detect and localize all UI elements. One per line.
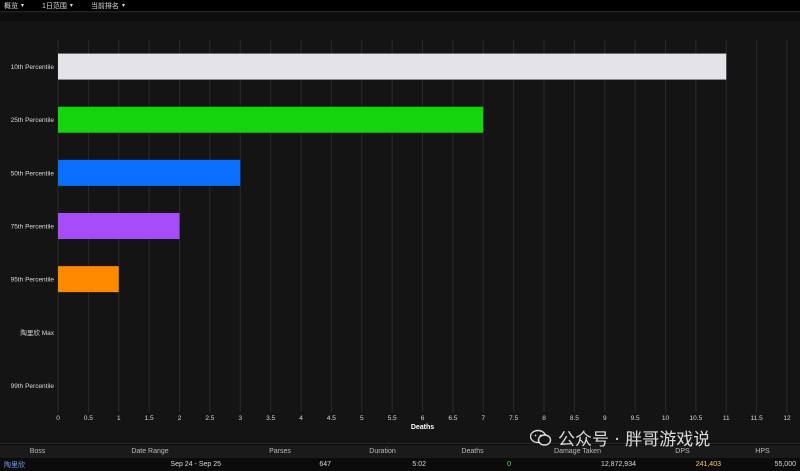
bar[interactable] <box>58 106 484 133</box>
category-label: 95th Percentile <box>11 277 55 284</box>
table-cell: 陶里欣 <box>4 461 25 469</box>
x-tick-label: 5.5 <box>388 415 397 422</box>
caret-down-icon: ▾ <box>121 3 125 9</box>
header-cell[interactable]: Duration <box>335 445 430 458</box>
table-cell: 647 <box>319 461 331 468</box>
category-label: 50th Percentile <box>11 170 55 177</box>
table-cell: 5:02 <box>412 461 426 468</box>
header-cell[interactable]: Date Range <box>75 445 225 458</box>
x-tick-label: 8 <box>542 415 546 422</box>
x-tick-label: 3.5 <box>266 415 275 422</box>
x-tick-label: 4.5 <box>327 415 336 422</box>
x-tick-label: 3 <box>238 415 242 422</box>
category-label: 10th Percentile <box>11 64 55 71</box>
x-axis-label: Deaths <box>411 424 434 431</box>
x-tick-label: 0.5 <box>84 415 93 422</box>
bar[interactable] <box>58 159 241 186</box>
x-tick-label: 1 <box>117 415 121 422</box>
menu-overview-label: 概览 <box>4 2 18 10</box>
x-tick-label: 1.5 <box>145 415 154 422</box>
category-label: 99th Percentile <box>11 383 55 390</box>
table-row[interactable]: 陶里欣 Sep 24 - Sep 25 647 5:02 0 12,872,934 241,… <box>0 458 800 471</box>
menu-date-range-label: 1日范围 <box>42 2 67 10</box>
table-cell: Sep 24 - Sep 25 <box>170 461 221 468</box>
category-label: 25th Percentile <box>11 117 55 124</box>
x-tick-label: 8.5 <box>570 415 579 422</box>
table-cell: 241,403 <box>695 461 721 468</box>
header-cell[interactable]: HPS <box>725 445 800 458</box>
header-cell[interactable]: Deaths <box>430 445 515 458</box>
bar[interactable] <box>58 213 180 239</box>
category-label: 陶里欣 Max <box>20 328 54 337</box>
x-tick-label: 12 <box>783 415 791 422</box>
menu-ranking-label: 当前排名 <box>90 2 119 10</box>
x-tick-label: 9.5 <box>631 415 640 422</box>
category-label: 75th Percentile <box>11 224 55 231</box>
sub-header-strip <box>0 13 800 21</box>
header-cell[interactable]: Damage Taken <box>515 445 640 458</box>
x-tick-label: 7.5 <box>509 415 518 422</box>
top-menu-bar: 概览 ▾ 1日范围 ▾ 当前排名 ▾ <box>0 0 800 12</box>
menu-ranking[interactable]: 当前排名 ▾ <box>91 1 125 11</box>
menu-overview[interactable]: 概览 ▾ <box>4 1 24 11</box>
x-tick-label: 6 <box>421 415 425 422</box>
table-cell: 55,000 <box>774 461 796 468</box>
table-cell: 12,872,934 <box>600 461 636 468</box>
x-tick-label: 11 <box>723 415 730 422</box>
x-tick-label: 11.5 <box>751 415 764 422</box>
deaths-bar-chart: 10th Percentile 25th Percentile 50th Perce… <box>11 40 791 431</box>
x-tick-label: 10.5 <box>690 415 703 422</box>
x-tick-label: 9 <box>603 415 607 422</box>
bar[interactable] <box>58 266 119 293</box>
header-cell[interactable]: DPS <box>640 445 725 458</box>
menu-date-range[interactable]: 1日范围 ▾ <box>42 1 73 11</box>
table-header-row: Boss Date Range Parses Duration Deaths Damage… <box>0 445 800 458</box>
x-tick-label: 2 <box>178 415 182 422</box>
x-tick-label: 10 <box>662 415 670 422</box>
bar[interactable] <box>58 53 727 80</box>
header-cell[interactable]: Boss <box>0 445 75 458</box>
x-tick-label: 5 <box>360 415 364 422</box>
summary-table: Boss Date Range Parses Duration Deaths Damage… <box>0 443 800 471</box>
x-tick-label: 6.5 <box>448 415 457 422</box>
x-tick-label: 0 <box>56 415 60 422</box>
x-tick-label: 2.5 <box>205 415 214 422</box>
caret-down-icon: ▾ <box>21 3 25 9</box>
caret-down-icon: ▾ <box>69 3 73 9</box>
header-cell[interactable]: Parses <box>225 445 335 458</box>
x-tick-label: 4 <box>299 415 303 422</box>
table-cell: 0 <box>507 461 511 468</box>
x-tick-label: 7 <box>481 415 485 422</box>
